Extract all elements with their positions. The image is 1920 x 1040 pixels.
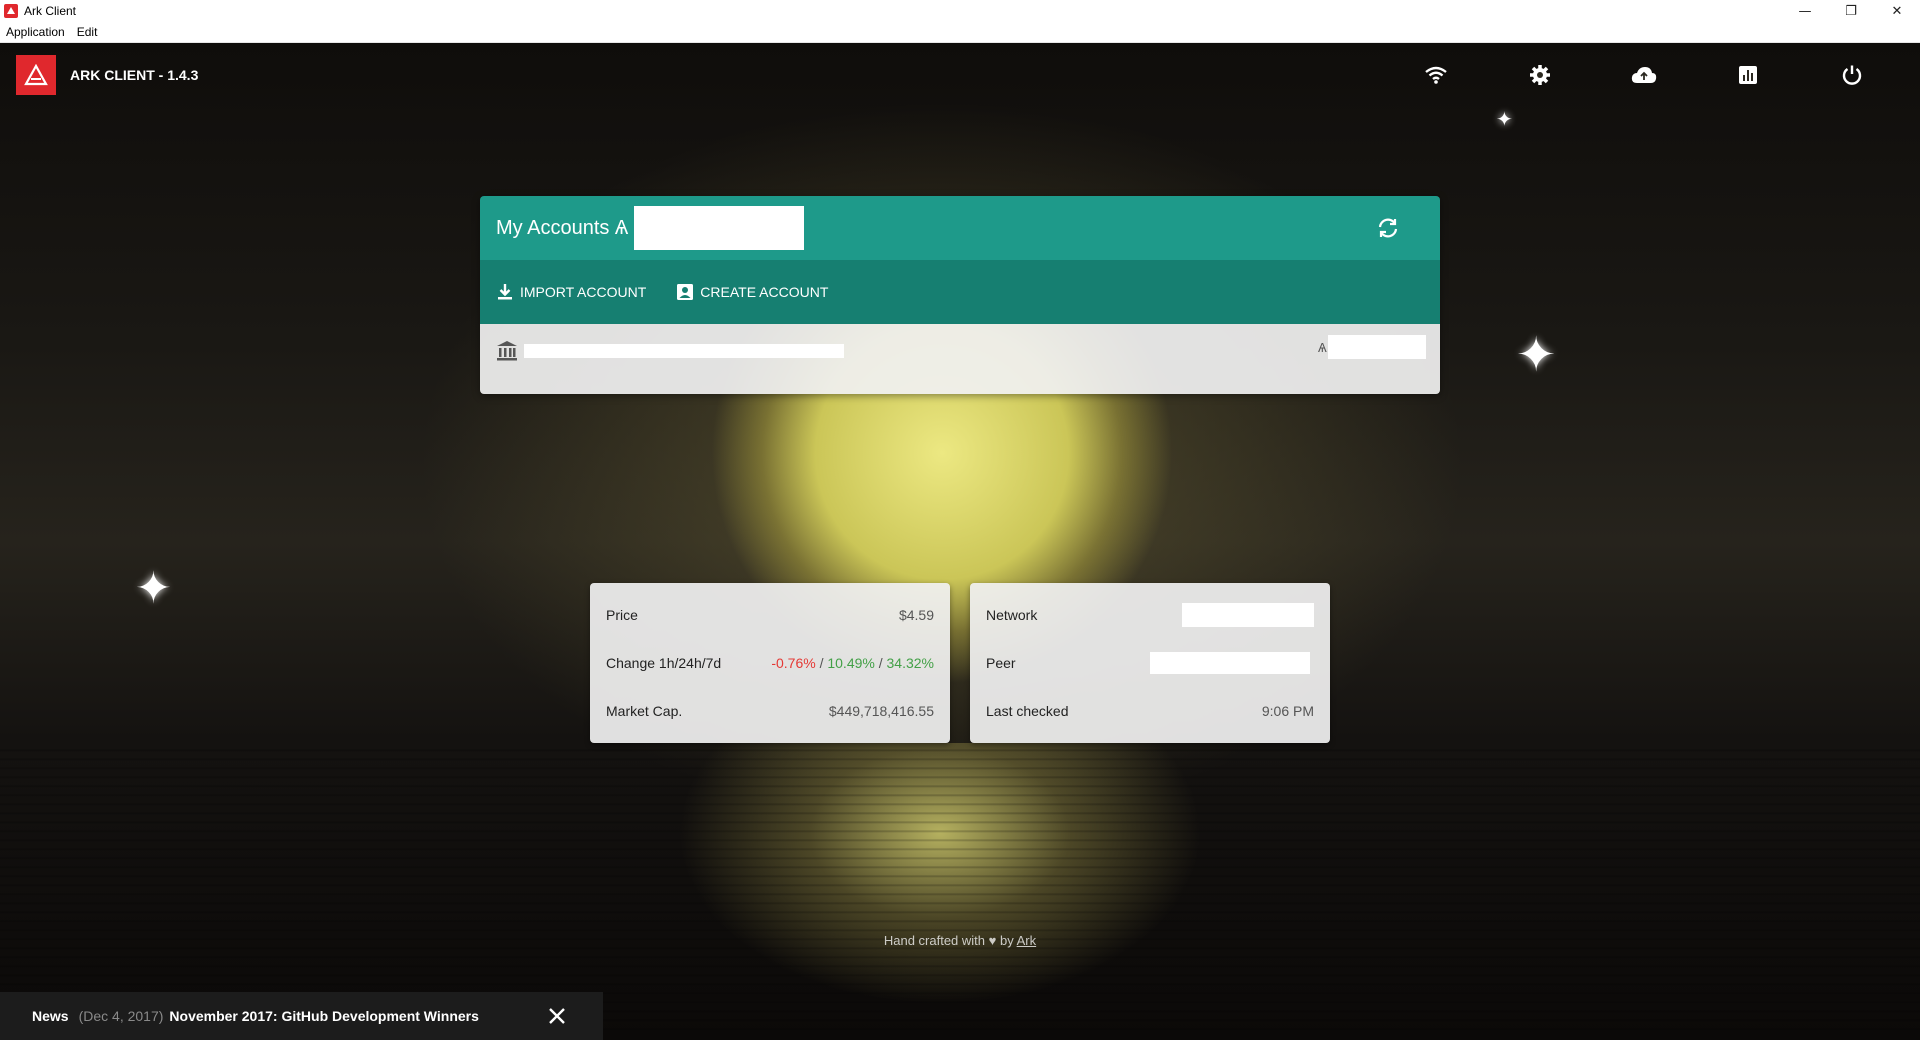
import-account-label: IMPORT ACCOUNT [520,284,647,300]
download-icon [498,284,512,300]
network-info-card: Network Peer Last checked 9:06 PM [970,583,1330,743]
app-main: ✦ ✦ ✦ ✦ ARK CLIENT - 1.4.3 [0,43,1920,1040]
accounts-header: My Accounts Ѧ [480,196,1440,260]
account-row[interactable]: Ѧ [480,324,1440,394]
window-title: Ark Client [24,4,77,18]
window-controls: — ❐ ✕ [1782,0,1920,22]
create-account-button[interactable]: CREATE ACCOUNT [676,283,828,301]
accounts-title: My Accounts Ѧ [496,216,629,239]
last-checked-row: Last checked 9:06 PM [986,687,1314,735]
network-row: Network [986,591,1314,639]
footer-prefix: Hand crafted with [883,933,986,948]
change-values: -0.76% / 10.49% / 34.32% [771,655,934,671]
network-value-redacted [1182,603,1314,627]
ark-logo-icon [24,64,48,86]
water-ripples [0,743,1920,1033]
price-row: Price $4.59 [606,591,934,639]
total-balance-redacted [634,206,805,250]
close-button[interactable]: ✕ [1874,0,1920,22]
window-titlebar: Ark Client — ❐ ✕ [0,0,1920,22]
import-account-button[interactable]: IMPORT ACCOUNT [496,283,646,301]
account-name-redacted [524,344,844,358]
settings-icon[interactable] [1526,61,1554,89]
news-bar: News (Dec 4, 2017) November 2017: GitHub… [0,992,603,1040]
app-title: ARK CLIENT - 1.4.3 [70,67,199,83]
footer-by: by [1000,933,1014,948]
news-title[interactable]: November 2017: GitHub Development Winner… [169,1008,479,1024]
close-icon[interactable] [547,1006,567,1026]
change-label: Change 1h/24h/7d [606,655,722,671]
minimize-button[interactable]: — [1782,0,1828,22]
account-balance-redacted [1328,335,1426,359]
chart-icon[interactable] [1734,61,1762,89]
market-info-card: Price $4.59 Change 1h/24h/7d -0.76% / 10… [590,583,950,743]
wifi-icon[interactable] [1422,61,1450,89]
price-value: $4.59 [898,607,934,623]
ark-logo[interactable] [16,55,56,95]
change-separator: / [815,655,828,671]
ark-app-icon [4,4,18,18]
peer-label: Peer [986,655,1016,671]
last-checked-label: Last checked [986,703,1069,719]
price-label: Price [606,607,638,623]
news-label: News [32,1008,69,1024]
contact-card-icon [677,284,694,300]
peer-value-redacted [1150,652,1310,674]
menu-application[interactable]: Application [0,25,71,39]
network-label: Network [986,607,1038,623]
marketcap-label: Market Cap. [606,703,683,719]
accounts-card: My Accounts Ѧ IMPORT ACCOUNT CREATE ACCO… [480,196,1440,394]
bank-icon [497,341,517,361]
restore-button[interactable]: ❐ [1828,0,1874,22]
star-decoration: ✦ [135,563,172,614]
star-decoration: ✦ [1496,107,1513,131]
change-1h: -0.76% [771,655,816,671]
change-24h: 10.49% [827,655,875,671]
marketcap-row: Market Cap. $449,718,416.55 [606,687,934,735]
create-account-label: CREATE ACCOUNT [700,284,829,300]
ark-link[interactable]: Ark [1017,933,1037,948]
refresh-icon[interactable] [1376,216,1400,240]
menu-edit[interactable]: Edit [71,25,104,39]
change-row: Change 1h/24h/7d -0.76% / 10.49% / 34.32… [606,639,934,687]
change-7d: 34.32% [886,655,934,671]
footer-credit: Hand crafted with ♥ by Ark [0,933,1920,948]
last-checked-value: 9:06 PM [1261,703,1314,719]
change-separator: / [874,655,887,671]
star-decoration: ✦ [1516,327,1557,383]
heart-icon: ♥ [988,933,997,948]
account-balance-symbol: Ѧ [1318,340,1327,355]
cloud-upload-icon[interactable] [1630,61,1658,89]
peer-row: Peer [986,639,1314,687]
marketcap-value: $449,718,416.55 [828,703,934,719]
menubar: Application Edit [0,22,1920,43]
power-icon[interactable] [1838,61,1866,89]
news-date: (Dec 4, 2017) [78,1008,164,1024]
accounts-actions: IMPORT ACCOUNT CREATE ACCOUNT [480,260,1440,324]
